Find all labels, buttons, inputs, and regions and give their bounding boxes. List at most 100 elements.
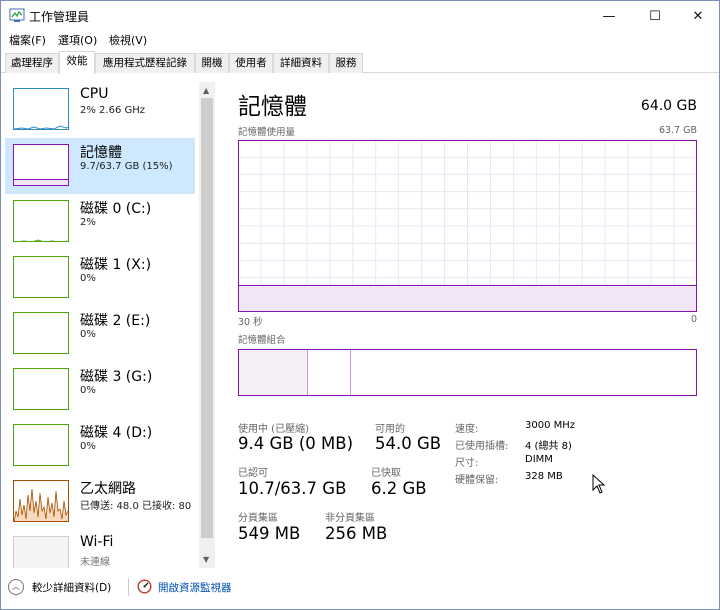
composition-label: 記憶體組合 (238, 335, 286, 346)
sidebar-item-detail: 已傳送: 48.0 已接收: 80 (80, 501, 192, 512)
menu-bar: 檔案(F) 選項(O) 檢視(V) (1, 31, 719, 49)
sidebar-item-name: CPU (80, 86, 109, 102)
tab-details[interactable]: 詳細資料 (273, 53, 329, 73)
footer-divider (128, 578, 129, 596)
sidebar-item-disk-x[interactable]: 磁碟 1 (X:) 0% (5, 250, 195, 306)
memory-usage-graph (238, 140, 697, 312)
memory-total: 64.0 GB (640, 98, 697, 114)
scroll-thumb[interactable] (201, 98, 213, 538)
sidebar-item-detail: 未連線 (80, 557, 110, 568)
sidebar-item-disk-d[interactable]: 磁碟 4 (D:) 0% (5, 418, 195, 474)
speed-value: 3000 MHz (525, 420, 576, 431)
disk-thumbnail-graph (13, 424, 69, 466)
performance-content: CPU 2% 2.66 GHz 記憶體 9.7/63.7 GB (15%) 磁碟… (1, 74, 719, 574)
disk-thumbnail-graph (13, 256, 69, 298)
tab-performance[interactable]: 效能 (59, 51, 95, 74)
fewer-details-button[interactable]: 較少詳細資料(D) (32, 580, 111, 595)
nonpaged-pool-value: 256 MB (325, 524, 388, 543)
memory-composition-bar[interactable] (238, 349, 697, 396)
usage-graph-max: 63.7 GB (658, 125, 697, 136)
menu-options[interactable]: 選項(O) (58, 32, 97, 48)
sidebar-item-name: 記憶體 (80, 145, 122, 161)
usage-graph-label: 記憶體使用量 (238, 127, 296, 138)
menu-file[interactable]: 檔案(F) (9, 32, 46, 48)
slots-label: 已使用插槽: (455, 441, 509, 452)
task-manager-icon (9, 8, 25, 22)
open-resource-monitor-link[interactable]: 開啟資源監視器 (158, 580, 232, 595)
sidebar-item-memory[interactable]: 記憶體 9.7/63.7 GB (15%) (5, 138, 195, 194)
scroll-up-icon[interactable]: ▲ (203, 86, 209, 95)
graph-axis-end: 0 (690, 314, 697, 325)
cached-label: 已快取 (371, 468, 401, 479)
sidebar-item-detail: 0% (80, 273, 96, 284)
wifi-thumbnail-graph (13, 536, 69, 568)
committed-label: 已認可 (238, 468, 268, 479)
hardware-reserved-value: 328 MB (525, 471, 563, 482)
menu-view[interactable]: 檢視(V) (109, 32, 147, 48)
footer-bar: ︿ 較少詳細資料(D) 開啟資源監視器 (1, 574, 719, 608)
slots-value: 4 (總共 8) (525, 441, 572, 452)
sidebar-item-name: Wi-Fi (80, 534, 114, 550)
resource-monitor-icon[interactable] (137, 579, 152, 594)
sidebar-item-disk-e[interactable]: 磁碟 2 (E:) 0% (5, 306, 195, 362)
paged-pool-value: 549 MB (238, 524, 301, 543)
sidebar-item-disk-g[interactable]: 磁碟 3 (G:) 0% (5, 362, 195, 418)
close-button[interactable]: ✕ (675, 1, 719, 31)
cached-value: 6.2 GB (371, 479, 427, 498)
sidebar-item-detail: 0% (80, 441, 96, 452)
memory-thumbnail-graph (13, 144, 69, 186)
sidebar-item-disk-c[interactable]: 磁碟 0 (C:) 2% (5, 194, 195, 250)
sidebar-item-name: 磁碟 2 (E:) (80, 313, 151, 329)
sidebar-item-wifi[interactable]: Wi-Fi 未連線 (5, 530, 195, 568)
sidebar-item-name: 磁碟 1 (X:) (80, 257, 152, 273)
available-value: 54.0 GB (375, 434, 442, 453)
speed-label: 速度: (455, 424, 479, 435)
sidebar-item-cpu[interactable]: CPU 2% 2.66 GHz (5, 82, 195, 138)
disk-thumbnail-graph (13, 200, 69, 242)
disk-thumbnail-graph (13, 312, 69, 354)
tab-startup[interactable]: 開機 (195, 53, 229, 73)
sidebar-item-detail: 2% (80, 217, 96, 228)
window-title: 工作管理員 (29, 10, 90, 24)
sidebar-item-name: 乙太網路 (80, 481, 136, 497)
mouse-cursor-icon (592, 474, 606, 494)
disk-thumbnail-graph (13, 368, 69, 410)
committed-value: 10.7/63.7 GB (238, 479, 347, 498)
memory-detail-panel: 記憶體 64.0 GB 記憶體使用量 63.7 GB 30 秒 0 記憶體組合 … (225, 74, 715, 574)
in-use-label: 使用中 (已壓縮) (238, 424, 309, 435)
sidebar-scrollbar[interactable]: ▲ ▼ (199, 82, 215, 568)
nonpaged-pool-label: 非分頁集區 (325, 513, 375, 524)
ethernet-thumbnail-graph (13, 480, 69, 522)
composition-modified[interactable] (308, 350, 351, 395)
cpu-thumbnail-graph (13, 88, 69, 130)
maximize-button[interactable]: ☐ (632, 1, 678, 31)
sidebar-item-detail: 2% 2.66 GHz (80, 105, 146, 116)
sidebar-item-name: 磁碟 4 (D:) (80, 425, 153, 441)
paged-pool-label: 分頁集區 (238, 513, 278, 524)
composition-in-use[interactable] (239, 350, 308, 395)
sidebar-item-detail: 0% (80, 329, 96, 340)
tab-bar: 處理程序 效能 應用程式歷程記錄 開機 使用者 詳細資料 服務 (1, 51, 719, 74)
title-bar: 工作管理員 — ☐ ✕ (1, 1, 719, 31)
form-factor-value: DIMM (525, 454, 553, 465)
tab-app-history[interactable]: 應用程式歷程記錄 (95, 53, 195, 73)
tab-users[interactable]: 使用者 (229, 53, 273, 73)
sidebar-item-name: 磁碟 3 (G:) (80, 369, 153, 385)
scroll-down-icon[interactable]: ▼ (203, 555, 209, 564)
resource-sidebar: CPU 2% 2.66 GHz 記憶體 9.7/63.7 GB (15%) 磁碟… (5, 82, 199, 568)
sidebar-item-ethernet[interactable]: 乙太網路 已傳送: 48.0 已接收: 80 (5, 474, 195, 530)
tab-processes[interactable]: 處理程序 (5, 53, 59, 73)
graph-axis-start: 30 秒 (238, 317, 263, 328)
available-label: 可用的 (375, 424, 405, 435)
in-use-value: 9.4 GB (0 MB) (238, 434, 354, 453)
hardware-reserved-label: 硬體保留: (455, 475, 499, 486)
minimize-button[interactable]: — (586, 1, 632, 31)
chevron-up-icon[interactable]: ︿ (8, 579, 24, 595)
tab-services[interactable]: 服務 (329, 53, 363, 73)
sidebar-item-detail: 9.7/63.7 GB (15%) (80, 161, 173, 172)
page-title: 記憶體 (238, 94, 307, 120)
sidebar-item-detail: 0% (80, 385, 96, 396)
task-manager-window: 工作管理員 — ☐ ✕ 檔案(F) 選項(O) 檢視(V) 處理程序 效能 應用… (0, 0, 720, 610)
sidebar-item-name: 磁碟 0 (C:) (80, 201, 152, 217)
form-factor-label: 尺寸: (455, 458, 479, 469)
